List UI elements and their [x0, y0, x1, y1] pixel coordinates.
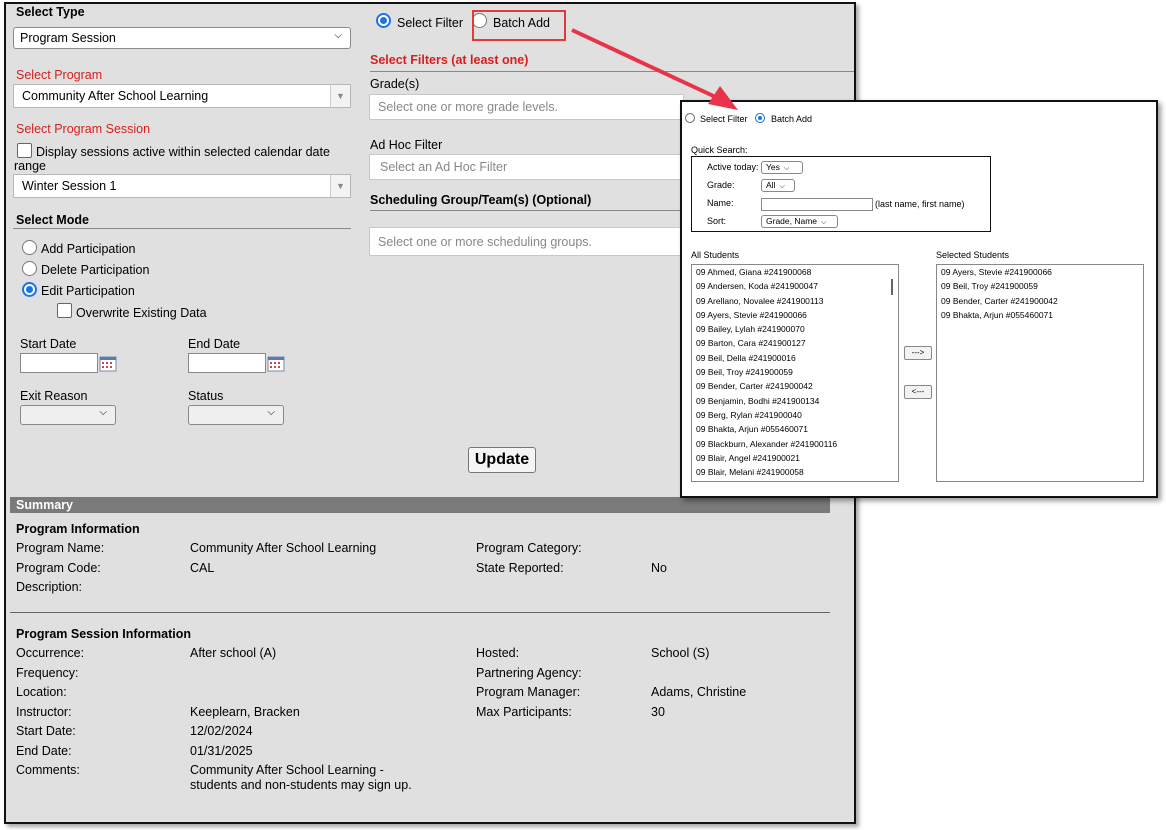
callout-arrow	[571, 28, 738, 110]
arrow-head-icon	[708, 86, 738, 110]
arrow-icon	[571, 28, 723, 102]
